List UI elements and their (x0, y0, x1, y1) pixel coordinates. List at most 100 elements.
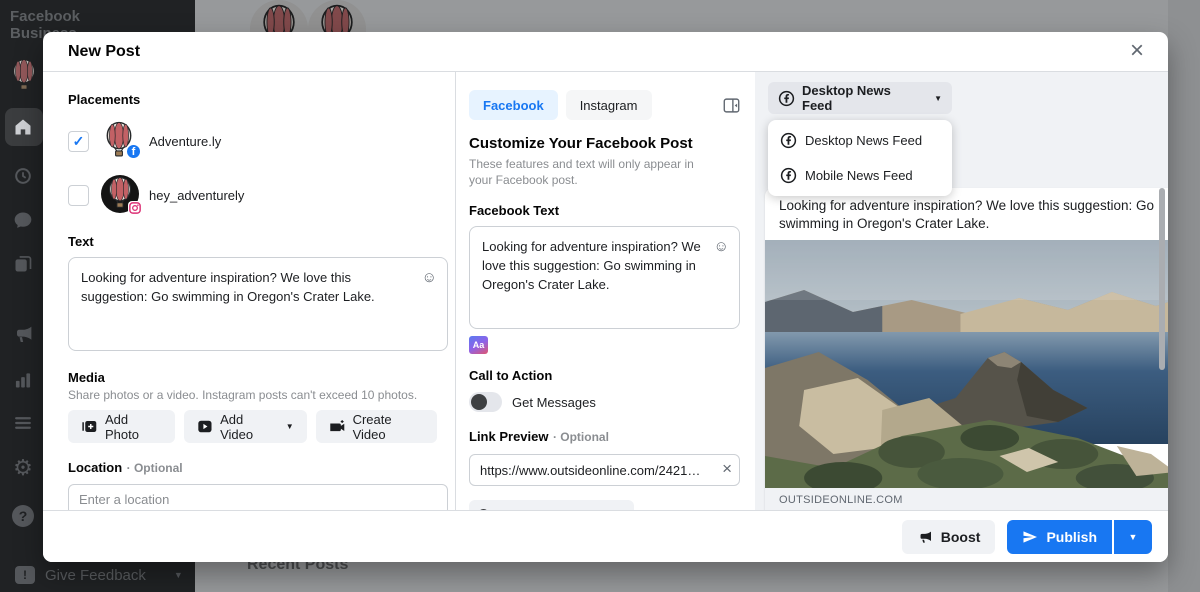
sidebar-item-ads[interactable] (0, 316, 46, 352)
post-text-value: Looking for adventure inspiration? We lo… (81, 270, 375, 304)
media-label: Media (68, 370, 437, 385)
sidebar-item-insights[interactable] (0, 362, 46, 398)
reload-preview-button[interactable] (469, 500, 634, 510)
preview-link-domain: OUTSIDEONLINE.COM (765, 488, 1168, 510)
add-photo-icon (81, 418, 98, 435)
facebook-circle-icon (780, 132, 797, 149)
avatar (101, 175, 139, 215)
new-post-dialog: New Post × Placements ✓ f Adventure.ly (43, 32, 1168, 562)
collapse-panel-icon[interactable] (723, 97, 740, 114)
create-video-button[interactable]: Create Video (316, 410, 437, 443)
sidebar-item-help[interactable]: ? (0, 498, 46, 534)
dialog-footer: Boost Publish ▼ (43, 510, 1168, 562)
preview-scrollbar[interactable] (1159, 188, 1165, 370)
emoji-picker-icon[interactable]: ☺ (422, 267, 437, 289)
facebook-text-input[interactable]: Looking for adventure inspiration? We lo… (469, 226, 740, 329)
post-preview-panel: Desktop News Feed ▼ Desktop News Feed Mo… (755, 72, 1168, 510)
post-preview-card: Looking for adventure inspiration? We lo… (765, 188, 1168, 510)
chat-bubble-icon (13, 210, 33, 230)
avatar: f (101, 121, 139, 161)
give-feedback-button[interactable]: ! Give Feedback ▼ (0, 562, 195, 588)
post-text-input[interactable]: Looking for adventure inspiration? We lo… (68, 257, 448, 351)
sidebar-item-more[interactable] (0, 405, 46, 441)
facebook-placement-checkbox[interactable]: ✓ (68, 131, 89, 152)
facebook-badge-icon: f (126, 144, 141, 159)
link-preview-label: Link Preview (469, 429, 548, 444)
link-preview-optional-label: · Optional (553, 430, 609, 444)
placement-row-facebook: ✓ f Adventure.ly (68, 121, 437, 161)
location-label: Location (68, 460, 122, 475)
get-messages-toggle[interactable] (469, 392, 502, 412)
caret-down-icon: ▼ (934, 94, 942, 103)
sidebar-item-inbox[interactable] (0, 202, 46, 238)
menu-item-label: Mobile News Feed (805, 168, 913, 183)
view-selector-label: Desktop News Feed (802, 83, 921, 113)
balloon-icon (8, 58, 40, 94)
location-optional-label: · Optional (127, 461, 183, 475)
location-input[interactable] (68, 484, 448, 510)
clear-link-icon[interactable]: × (722, 459, 732, 479)
megaphone-icon (13, 324, 34, 345)
history-clock-icon (13, 166, 33, 186)
menu-item-desktop-news-feed[interactable]: Desktop News Feed (768, 123, 952, 158)
add-photo-button[interactable]: Add Photo (68, 410, 175, 443)
instagram-badge-icon (128, 201, 142, 215)
sidebar-item-posts[interactable] (0, 246, 46, 282)
get-messages-label: Get Messages (512, 395, 596, 410)
dialog-header: New Post × (43, 32, 1168, 72)
text-label: Text (68, 234, 437, 249)
sidebar-account-avatar[interactable] (8, 58, 40, 94)
compose-column: Placements ✓ f Adventure.ly (43, 72, 455, 510)
facebook-account-name: Adventure.ly (149, 134, 221, 149)
menu-item-label: Desktop News Feed (805, 133, 922, 148)
tab-instagram[interactable]: Instagram (566, 90, 652, 120)
sidebar-item-settings[interactable]: ⚙ (0, 450, 46, 486)
give-feedback-label: Give Feedback (45, 567, 146, 584)
paper-plane-icon (1022, 529, 1038, 545)
link-preview-input[interactable] (469, 454, 740, 486)
boost-button[interactable]: Boost (902, 520, 996, 554)
dialog-title: New Post (68, 43, 140, 61)
menu-lines-icon (13, 413, 33, 433)
toggle-knob (471, 394, 487, 410)
publish-options-caret-button[interactable]: ▼ (1114, 520, 1152, 554)
facebook-circle-icon (778, 90, 795, 107)
feedback-exclamation-icon: ! (15, 566, 35, 584)
instagram-placement-checkbox[interactable] (68, 185, 89, 206)
tab-facebook[interactable]: Facebook (469, 90, 558, 120)
customize-title: Customize Your Facebook Post (469, 135, 740, 152)
caret-down-icon: ▼ (286, 422, 294, 431)
placement-row-instagram: hey_adventurely (68, 175, 437, 215)
customize-subtitle: These features and text will only appear… (469, 156, 719, 188)
caret-down-icon: ▼ (174, 570, 183, 580)
preview-view-selector[interactable]: Desktop News Feed ▼ (768, 82, 952, 114)
facebook-circle-icon (780, 167, 797, 184)
close-button[interactable]: × (1122, 36, 1152, 66)
boost-megaphone-icon (917, 529, 933, 545)
create-video-label: Create Video (353, 412, 424, 442)
boost-label: Boost (941, 529, 981, 545)
add-video-button[interactable]: Add Video ▼ (184, 410, 306, 443)
home-icon (13, 117, 33, 137)
facebook-text-label: Facebook Text (469, 203, 740, 218)
add-photo-label: Add Photo (105, 412, 162, 442)
placements-label: Placements (68, 92, 437, 107)
crater-lake-photo (765, 240, 1168, 488)
create-video-icon (329, 418, 346, 435)
background-scroll-area (1168, 0, 1200, 592)
caret-down-icon: ▼ (1129, 532, 1138, 542)
facebook-text-value: Looking for adventure inspiration? We lo… (482, 239, 701, 292)
sidebar-item-home[interactable] (0, 109, 46, 145)
menu-item-mobile-news-feed[interactable]: Mobile News Feed (768, 158, 952, 193)
publish-label: Publish (1046, 529, 1097, 545)
bar-chart-icon (13, 370, 33, 390)
pages-icon (13, 254, 33, 274)
add-video-icon (197, 418, 213, 435)
sidebar-item-activity[interactable] (0, 158, 46, 194)
instagram-account-name: hey_adventurely (149, 188, 244, 203)
text-format-icon[interactable]: Aa (469, 336, 488, 354)
question-mark-icon: ? (12, 505, 34, 527)
publish-button[interactable]: Publish (1007, 520, 1112, 554)
customize-column: Facebook Instagram Customize Your Facebo… (456, 72, 755, 510)
emoji-picker-icon[interactable]: ☺ (714, 236, 729, 258)
